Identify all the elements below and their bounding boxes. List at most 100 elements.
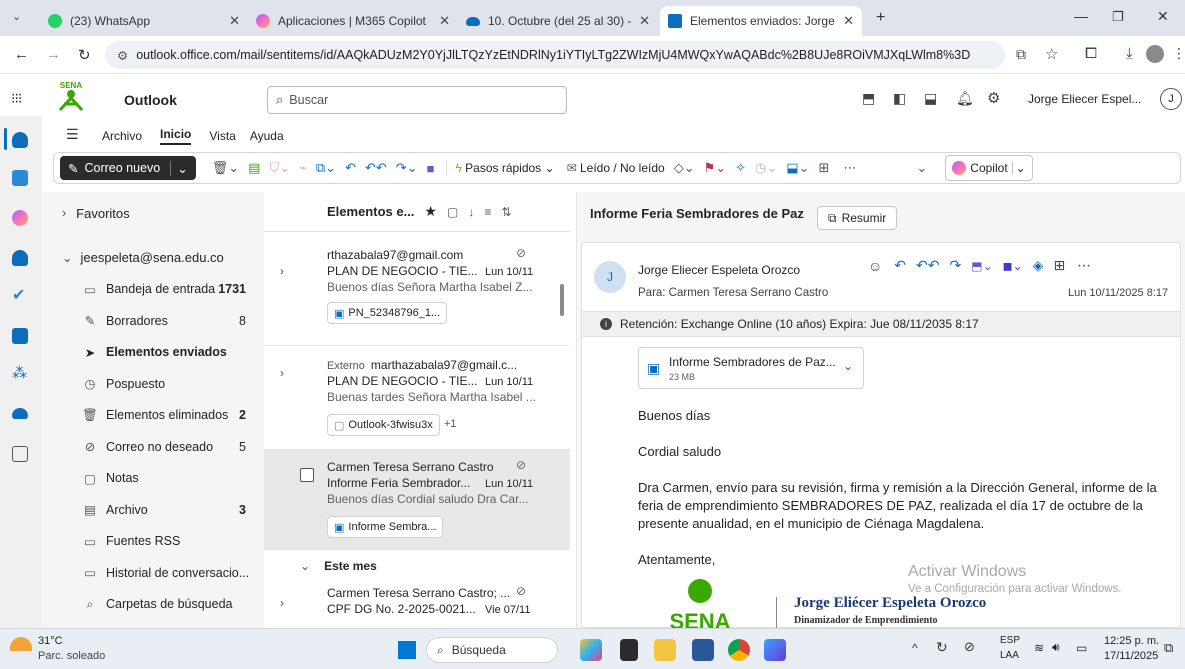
bell-icon[interactable]: 🔔︎ [956, 90, 974, 107]
file-explorer-icon[interactable] [654, 639, 676, 661]
copilot-button[interactable]: Copilot ⌄ [945, 155, 1033, 181]
reply-all-icon[interactable]: ↶↶ [365, 160, 387, 176]
onenote-icon[interactable]: ◧ [893, 90, 906, 107]
select-icon[interactable]: ▢ [447, 205, 458, 219]
tab-menu-chevron-icon[interactable]: ⌄ [12, 10, 21, 23]
rules-icon[interactable]: ⬓⌄ [786, 160, 809, 176]
weather-desc[interactable]: Parc. soleado [38, 650, 105, 662]
forward-icon[interactable]: ↷ [950, 257, 962, 274]
chevron-down-icon[interactable]: ⌄ [843, 359, 853, 373]
sort-icon[interactable]: ⇅ [501, 205, 511, 219]
tag-icon[interactable]: ◈ [1033, 257, 1044, 274]
org-app-icon[interactable]: ⁂ [12, 366, 28, 382]
download-icon[interactable]: ⤓ [1126, 45, 1133, 62]
weather-sun-icon[interactable] [10, 637, 32, 651]
wifi-icon[interactable]: ≋ [1034, 641, 1044, 655]
account-header[interactable]: ⌄ jeespeleta@sena.edu.co [42, 242, 264, 272]
close-tab-icon[interactable]: ✕ [229, 13, 240, 29]
group-header[interactable]: ⌄ Este mes [264, 554, 570, 578]
chrome-icon[interactable] [728, 639, 750, 661]
new-mail-button[interactable]: ✎ Correo nuevo ⌄ [60, 156, 196, 180]
tab-outlook-sent[interactable]: Elementos enviados: Jorge Eliec ✕ [660, 6, 862, 36]
taskbar-search[interactable]: ⌕ Búsqueda [426, 637, 558, 663]
quick-steps-button[interactable]: ϟ Pasos rápidos ⌄ [446, 161, 555, 175]
sidebar-item-2[interactable]: ➤ Elementos enviados [42, 337, 264, 367]
settings-gear-icon[interactable]: ⚙ [987, 89, 1000, 107]
flag-icon[interactable]: ⚑⌄ [704, 160, 727, 176]
language-code[interactable]: ESP [1000, 635, 1020, 646]
keyboard-layout[interactable]: LAA [1000, 650, 1019, 661]
extensions-icon[interactable]: ⧠ [1085, 45, 1097, 62]
app-launcher-icon[interactable]: ⁝⁝⁝ [11, 90, 22, 107]
tray-chevron-icon[interactable]: ^ [912, 641, 918, 655]
attachment-chip[interactable]: ▣ Informe Sembra... [327, 516, 444, 538]
tray-sync-icon[interactable]: ↻ [936, 639, 948, 656]
favorite-star-icon[interactable]: ★ [424, 203, 437, 220]
reload-icon[interactable]: ↻ [78, 46, 91, 64]
weather-temp[interactable]: 31°C [38, 635, 63, 647]
close-tab-icon[interactable]: ✕ [843, 13, 854, 29]
site-settings-icon[interactable]: ⚙ [117, 48, 128, 63]
files-app-icon[interactable] [12, 328, 28, 344]
select-checkbox[interactable] [300, 468, 314, 482]
clock-date[interactable]: 17/11/2025 [1104, 650, 1158, 662]
url-field[interactable]: ⚙ outlook.office.com/mail/sentitems/id/A… [105, 41, 1005, 69]
sidebar-item-6[interactable]: ▢ Notas [42, 463, 264, 493]
delete-icon[interactable]: 🗑︎⌄ [212, 160, 239, 176]
bookmark-star-icon[interactable]: ☆ [1045, 45, 1058, 63]
people-app-icon[interactable] [12, 250, 28, 266]
more-apps-icon[interactable] [12, 446, 28, 462]
sidebar-item-9[interactable]: ▭ Historial de conversacio... [42, 558, 264, 588]
forward-icon[interactable]: ↷⌄ [396, 160, 418, 176]
todo-app-icon[interactable]: ✔ [12, 288, 28, 304]
teams-share-icon[interactable]: ⬒⌄ [971, 259, 992, 273]
attachment-card[interactable]: ▣ Informe Sembradores de Paz... 23 MB ⌄ [638, 347, 864, 389]
sidebar-item-10[interactable]: ⌕ Carpetas de búsqueda [42, 589, 264, 619]
feedback-icon[interactable]: ⬓ [924, 90, 937, 107]
tray-app-icon[interactable]: ⊘ [964, 639, 975, 655]
reply-all-icon[interactable]: ↶↶ [916, 257, 939, 274]
close-tab-icon[interactable]: ✕ [439, 13, 450, 29]
list-item[interactable]: › Carmen Teresa Serrano Castro; ... ⊘ CP… [264, 582, 570, 628]
forward-arrow-icon[interactable]: → [46, 46, 61, 63]
back-arrow-icon[interactable]: ← [14, 46, 29, 63]
new-tab-plus-icon[interactable]: + [876, 9, 885, 27]
profile-avatar-icon[interactable] [1146, 45, 1164, 63]
calendar-app-icon[interactable] [12, 170, 28, 186]
volume-icon[interactable]: 🔊︎ [1052, 640, 1060, 655]
meet-now-icon[interactable]: ⬒ [862, 90, 875, 107]
sidebar-item-7[interactable]: ▤ Archivo 3 [42, 495, 264, 525]
user-name[interactable]: Jorge Eliecer Espel... [1028, 92, 1141, 106]
tab-copilot-apps[interactable]: Aplicaciones | M365 Copilot ✕ [248, 6, 458, 36]
expand-chevron-icon[interactable]: › [280, 366, 284, 380]
user-avatar[interactable]: J [1160, 88, 1182, 110]
ribbon-expand-icon[interactable]: ⌄ [916, 160, 927, 176]
hamburger-icon[interactable]: ☰ [66, 126, 79, 143]
sender-name[interactable]: Jorge Eliecer Espeleta Orozco [638, 263, 800, 277]
move-icon[interactable]: ⧉⌄ [316, 160, 336, 176]
reply-icon[interactable]: ↶ [345, 160, 356, 176]
tab-whatsapp[interactable]: (23) WhatsApp ✕ [40, 6, 248, 36]
chevron-down-icon[interactable]: ⌄ [1011, 161, 1026, 175]
close-tab-icon[interactable]: ✕ [639, 13, 650, 29]
teams-icon[interactable]: ■ [427, 161, 435, 176]
tag-icon[interactable]: ◇⌄ [674, 160, 695, 176]
sweep-icon[interactable]: ⌁ [299, 160, 307, 176]
sidebar-item-1[interactable]: ✎ Borradores 8 [42, 306, 264, 336]
archive-icon[interactable]: ▤ [248, 160, 260, 176]
notifications-icon[interactable]: ⧉ [1164, 640, 1173, 656]
favorites-header[interactable]: › Favoritos [42, 198, 264, 228]
reply-icon[interactable]: ↶ [894, 257, 906, 274]
tab-archivo[interactable]: Archivo [102, 129, 142, 143]
snooze-icon[interactable]: ◷⌄ [755, 160, 777, 176]
windows-start-icon[interactable] [398, 641, 416, 659]
task-view-icon[interactable] [620, 639, 638, 661]
tab-ayuda[interactable]: Ayuda [250, 129, 284, 143]
sidebar-item-3[interactable]: ◷ Pospuesto [42, 369, 264, 399]
sidebar-item-0[interactable]: ▭ Bandeja de entrada 1731 [42, 274, 264, 304]
tab-inicio[interactable]: Inicio [160, 127, 192, 145]
jump-down-icon[interactable]: ↓ [468, 205, 474, 219]
widget-app-icon[interactable] [580, 639, 602, 661]
pdf-icon[interactable]: ◼⌄ [1003, 259, 1023, 273]
report-icon[interactable]: ⛉⌄ [269, 160, 290, 176]
